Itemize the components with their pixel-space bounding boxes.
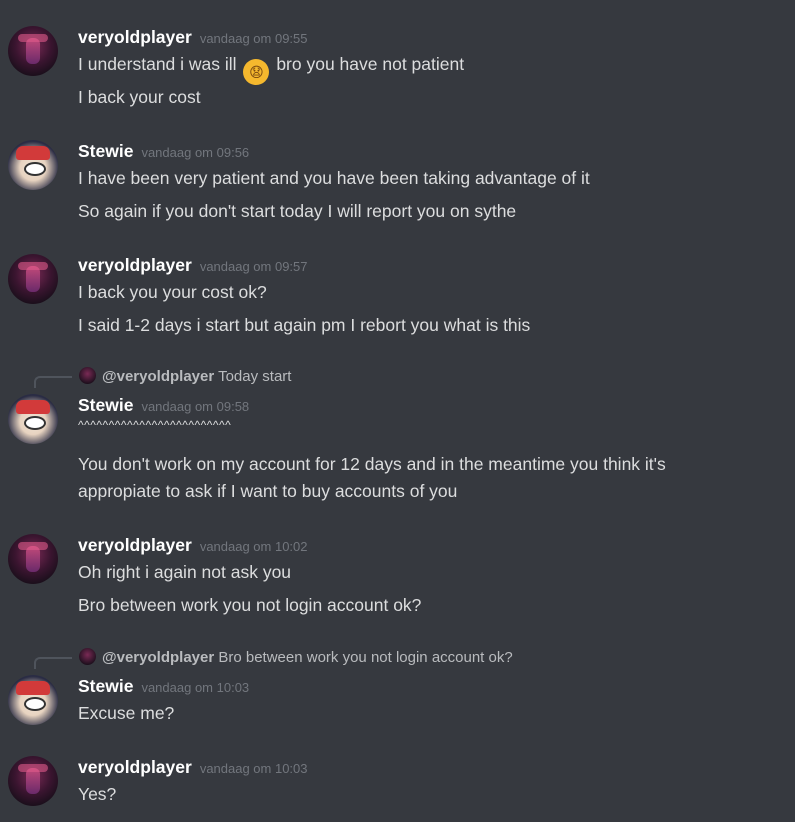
message-text: I back your cost [78, 87, 201, 107]
avatar[interactable] [8, 534, 58, 584]
reply-text: Bro between work you not login account o… [218, 649, 513, 666]
timestamp: vandaag om 10:03 [141, 680, 250, 695]
timestamp: vandaag om 09:56 [141, 145, 250, 160]
message-text: You don't work on my account for 12 days… [78, 454, 666, 474]
message-text: appropiate to ask if I want to buy accou… [78, 481, 458, 501]
reply-spine [34, 376, 72, 388]
reply-reference[interactable]: @veryoldplayer Bro between work you not … [79, 648, 513, 666]
message-text: I back you your cost ok? [78, 282, 267, 302]
message-header: veryoldplayer vandaag om 09:57 [78, 255, 308, 276]
message-text: Yes? [78, 784, 117, 804]
author-name[interactable]: Stewie [78, 395, 133, 415]
reply-author[interactable]: @veryoldplayer [102, 368, 214, 385]
timestamp: vandaag om 09:55 [199, 31, 308, 46]
sneezing-face-icon[interactable]: 😧 [243, 59, 270, 85]
message-text: Oh right i again not ask you [78, 562, 292, 582]
avatar[interactable] [8, 254, 58, 304]
message-text: Bro between work you not login account o… [78, 595, 422, 615]
message-text: So again if you don't start today I will… [78, 201, 517, 221]
reply-reference[interactable]: @veryoldplayer Today start [79, 367, 291, 385]
avatar[interactable] [8, 756, 58, 806]
avatar[interactable] [8, 140, 58, 190]
author-name[interactable]: veryoldplayer [78, 535, 192, 555]
author-name[interactable]: veryoldplayer [78, 757, 192, 777]
message-text: I said 1-2 days i start but again pm I r… [78, 315, 531, 335]
message-header: veryoldplayer vandaag om 10:03 [78, 757, 308, 778]
message-text: ^^^^^^^^^^^^^^^^^^^^^^^^^ [78, 418, 232, 432]
author-name[interactable]: Stewie [78, 141, 133, 161]
message-header: Stewie vandaag om 09:56 [78, 141, 249, 162]
reply-spine [34, 657, 72, 669]
reply-author[interactable]: @veryoldplayer [102, 649, 214, 666]
reply-text: Today start [218, 368, 292, 385]
avatar[interactable] [8, 394, 58, 444]
message-text: Excuse me? [78, 703, 175, 723]
reply-avatar [79, 648, 96, 665]
message-header: Stewie vandaag om 09:58 [78, 395, 249, 416]
message-header: veryoldplayer vandaag om 09:55 [78, 27, 308, 48]
message-header: veryoldplayer vandaag om 10:02 [78, 535, 308, 556]
author-name[interactable]: veryoldplayer [78, 27, 192, 47]
timestamp: vandaag om 10:02 [199, 539, 308, 554]
timestamp: vandaag om 10:03 [199, 761, 308, 776]
message-text-part: bro you have not patient [276, 54, 465, 74]
timestamp: vandaag om 09:57 [199, 259, 308, 274]
message-header: Stewie vandaag om 10:03 [78, 676, 249, 697]
author-name[interactable]: veryoldplayer [78, 255, 192, 275]
message-text: I have been very patient and you have be… [78, 168, 590, 188]
message-text: I understand i was ill 😧 bro you have no… [78, 54, 464, 85]
author-name[interactable]: Stewie [78, 676, 133, 696]
avatar[interactable] [8, 26, 58, 76]
timestamp: vandaag om 09:58 [141, 399, 250, 414]
reply-avatar [79, 367, 96, 384]
message-text-part: I understand i was ill [78, 54, 237, 74]
avatar[interactable] [8, 675, 58, 725]
